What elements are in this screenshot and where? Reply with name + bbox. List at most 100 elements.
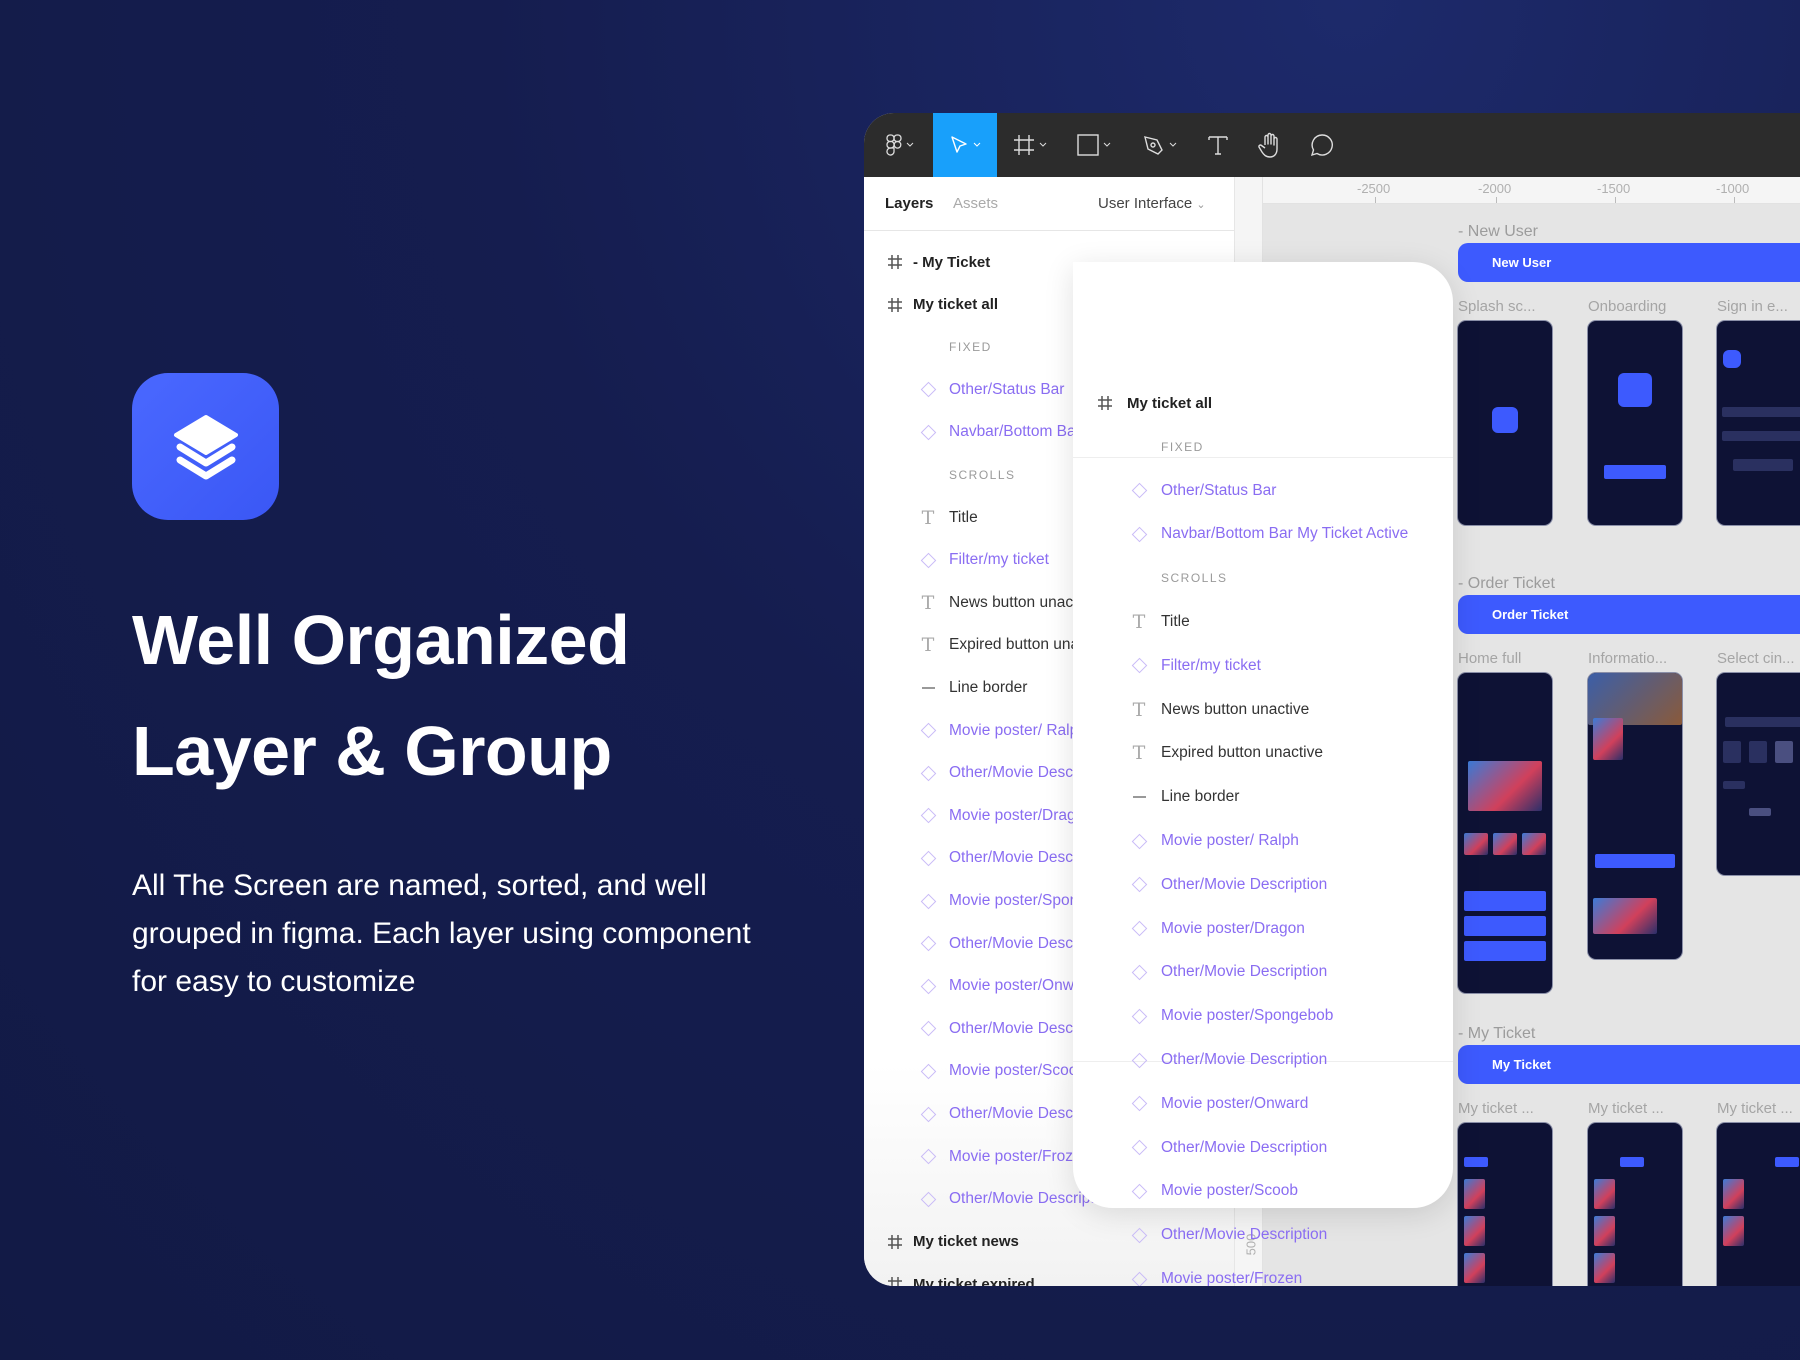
screen-thumbnail[interactable] bbox=[1458, 321, 1552, 525]
chevron-down-icon bbox=[906, 142, 914, 147]
section-header-bar[interactable]: Order Ticket bbox=[1458, 595, 1800, 634]
screen-thumbnail[interactable] bbox=[1458, 673, 1552, 993]
layer-name: Movie poster/Scoob bbox=[949, 1062, 1086, 1080]
comment-tool-button[interactable] bbox=[1298, 113, 1346, 177]
frame-tool-button[interactable] bbox=[1004, 113, 1056, 177]
layer-row[interactable]: My ticket all bbox=[1073, 383, 1453, 423]
figma-menu-button[interactable] bbox=[874, 113, 926, 177]
frame-label: Sign in e... bbox=[1717, 298, 1788, 315]
chevron-down-icon bbox=[1103, 142, 1111, 147]
layer-name: Movie poster/Dragon bbox=[949, 806, 1093, 824]
section-label: - Order Ticket bbox=[1458, 575, 1555, 592]
hand-tool-button[interactable] bbox=[1246, 113, 1294, 177]
component-instance-icon bbox=[1130, 920, 1148, 938]
component-instance-icon bbox=[919, 381, 937, 399]
screen-thumbnail[interactable] bbox=[1588, 321, 1682, 525]
screen-thumbnail[interactable] bbox=[1458, 1123, 1552, 1286]
screen-thumbnail[interactable] bbox=[1717, 1123, 1800, 1286]
layer-name: Movie poster/Scoob bbox=[1161, 1182, 1298, 1200]
layer-row[interactable]: Other/Movie Description bbox=[1073, 1215, 1453, 1255]
layer-name: My ticket news bbox=[913, 1233, 1019, 1251]
movie-poster bbox=[1468, 761, 1542, 811]
rectangle-icon bbox=[1077, 134, 1099, 156]
cursor-icon bbox=[951, 136, 967, 153]
section-header-bar[interactable]: New User bbox=[1458, 243, 1800, 282]
section-label: - New User bbox=[1458, 223, 1539, 240]
text-layer-icon: T bbox=[921, 634, 935, 657]
component-instance-icon bbox=[1130, 876, 1148, 894]
layer-row[interactable]: T News button unactive bbox=[1073, 690, 1453, 730]
layer-name: My ticket all bbox=[913, 296, 999, 314]
section-header-bar[interactable]: My Ticket bbox=[1458, 1045, 1800, 1084]
layer-row[interactable]: T Title bbox=[1073, 602, 1453, 642]
component-instance-icon bbox=[919, 1020, 937, 1038]
tab-assets[interactable]: Assets bbox=[953, 195, 998, 212]
layer-name: Navbar/Bottom Bar My Ticket Active bbox=[1161, 525, 1409, 543]
movie-poster bbox=[1593, 718, 1623, 760]
movie-poster bbox=[1464, 1253, 1485, 1283]
layer-row[interactable]: Movie poster/Spongebob bbox=[1073, 996, 1453, 1036]
movie-poster bbox=[1464, 833, 1488, 855]
promo-card bbox=[1464, 891, 1546, 911]
frame-icon bbox=[886, 1233, 904, 1251]
layer-row[interactable]: Movie poster/Dragon bbox=[1073, 909, 1453, 949]
layer-row[interactable]: Navbar/Bottom Bar My Ticket Active bbox=[1073, 514, 1453, 554]
component-instance-icon bbox=[1130, 657, 1148, 675]
ruler-tick bbox=[1615, 197, 1616, 203]
chevron-down-icon bbox=[1039, 142, 1047, 147]
horizontal-ruler: -2500 -2000 -1500 -1000 bbox=[1235, 177, 1800, 204]
layer-row[interactable]: Other/Movie Description bbox=[1073, 1128, 1453, 1168]
layer-row[interactable]: Line border bbox=[1073, 777, 1453, 817]
page-selector[interactable]: User Interface ⌄ bbox=[1098, 195, 1206, 212]
screen-thumbnail[interactable] bbox=[1588, 1123, 1682, 1286]
page-name: User Interface bbox=[1098, 195, 1193, 212]
time-option bbox=[1749, 808, 1771, 816]
layer-row[interactable]: Other/Status Bar bbox=[1073, 471, 1453, 511]
screen-thumbnail[interactable] bbox=[1717, 673, 1800, 875]
layer-row[interactable]: Movie poster/Frozen bbox=[1073, 1259, 1453, 1286]
text-icon bbox=[1208, 136, 1228, 155]
layer-name: Line border bbox=[1161, 788, 1240, 806]
pen-icon bbox=[1144, 136, 1163, 155]
section-label: - My Ticket bbox=[1458, 1025, 1536, 1042]
filter-tab-active bbox=[1620, 1157, 1644, 1167]
shape-tool-button[interactable] bbox=[1068, 113, 1120, 177]
promo-card bbox=[1464, 916, 1546, 936]
frame-label: Informatio... bbox=[1588, 650, 1668, 667]
ruler-tick bbox=[1734, 197, 1735, 203]
layer-name: - My Ticket bbox=[913, 253, 991, 271]
move-tool-button[interactable] bbox=[933, 113, 997, 177]
component-instance-icon bbox=[1130, 1095, 1148, 1113]
layer-name: Other/Movie Description bbox=[1161, 875, 1328, 893]
ruler-label: -2500 bbox=[1357, 181, 1391, 196]
get-started-button bbox=[1604, 465, 1666, 479]
line-icon bbox=[1130, 788, 1148, 806]
component-instance-icon bbox=[1130, 1270, 1148, 1286]
layer-row[interactable]: T Expired button unactive bbox=[1073, 733, 1453, 773]
layer-row[interactable]: Movie poster/Scoob bbox=[1073, 1171, 1453, 1211]
component-instance-icon bbox=[1130, 525, 1148, 543]
layers-icon bbox=[174, 415, 238, 480]
layer-name: Filter/my ticket bbox=[949, 551, 1049, 569]
screen-thumbnail[interactable] bbox=[1717, 321, 1800, 525]
tab-layers[interactable]: Layers bbox=[885, 195, 933, 212]
frame-icon bbox=[886, 1275, 904, 1286]
chevron-down-icon: ⌄ bbox=[1196, 199, 1206, 211]
layer-row[interactable]: Other/Movie Description bbox=[1073, 952, 1453, 992]
component-instance-icon bbox=[919, 935, 937, 953]
text-tool-button[interactable] bbox=[1194, 113, 1242, 177]
date-option bbox=[1749, 741, 1767, 763]
layer-row[interactable]: Other/Movie Description bbox=[1073, 1040, 1453, 1080]
layer-row[interactable]: Movie poster/ Ralph bbox=[1073, 821, 1453, 861]
pen-tool-button[interactable] bbox=[1134, 113, 1186, 177]
layer-row[interactable]: Other/Movie Description bbox=[1073, 865, 1453, 905]
layer-row[interactable]: Movie poster/Onward bbox=[1073, 1084, 1453, 1124]
movie-poster bbox=[1723, 1179, 1744, 1209]
component-instance-icon bbox=[1130, 1007, 1148, 1025]
text-layer-icon: T bbox=[1132, 611, 1146, 633]
description: All The Screen are named, sorted, and we… bbox=[132, 869, 751, 998]
screen-thumbnail[interactable] bbox=[1588, 673, 1682, 959]
layer-row[interactable]: Filter/my ticket bbox=[1073, 646, 1453, 686]
movie-poster bbox=[1594, 1253, 1615, 1283]
component-instance-icon bbox=[919, 423, 937, 441]
